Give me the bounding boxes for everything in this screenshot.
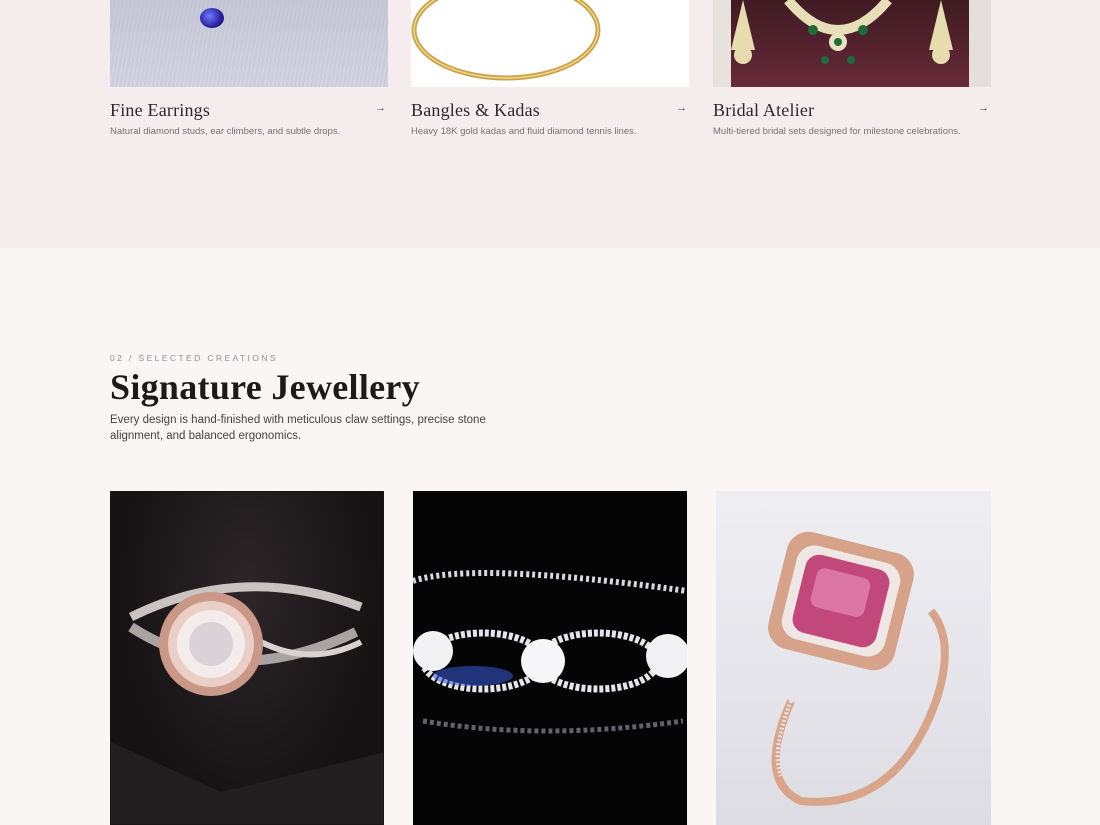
category-title: Bridal Atelier [713,100,815,120]
product-card-halo-ring[interactable] [110,491,384,825]
arrow-right-icon[interactable]: → [375,102,386,114]
category-header: Bangles & Kadas → [411,99,689,123]
category-header: Bridal Atelier → [713,99,991,123]
rose-gold-halo-ring-image [111,582,383,824]
product-card-pink-sapphire-ring[interactable] [716,491,991,825]
category-title: Bangles & Kadas [411,100,540,120]
arrow-right-icon[interactable]: → [978,102,989,114]
category-description: Heavy 18K gold kadas and fluid diamond t… [411,126,637,137]
bangles-image [411,0,689,87]
section-title: Signature Jewellery [110,367,420,407]
category-card-bangles[interactable]: Bangles & Kadas → Heavy 18K gold kadas a… [411,0,689,137]
section-description: Every design is hand-finished with metic… [110,414,486,442]
bridal-image [713,0,991,87]
category-title: Fine Earrings [110,100,211,120]
diamond-link-bracelet-image [413,570,687,734]
product-card-diamond-bracelet[interactable] [413,491,687,825]
category-header: Fine Earrings → [110,99,388,123]
category-card-earrings[interactable]: Fine Earrings → Natural diamond studs, e… [110,0,388,137]
arrow-right-icon[interactable]: → [676,102,687,114]
category-description: Natural diamond studs, ear climbers, and… [110,126,341,137]
category-card-bridal[interactable]: Bridal Atelier → Multi-tiered bridal set… [713,0,991,137]
category-section: Fine Earrings → Natural diamond studs, e… [0,0,1100,248]
earrings-image [110,0,388,87]
category-description: Multi-tiered bridal sets designed for mi… [713,126,961,137]
section-eyebrow: 02 / SELECTED CREATIONS [110,353,278,363]
pink-sapphire-halo-ring-image [768,531,949,806]
